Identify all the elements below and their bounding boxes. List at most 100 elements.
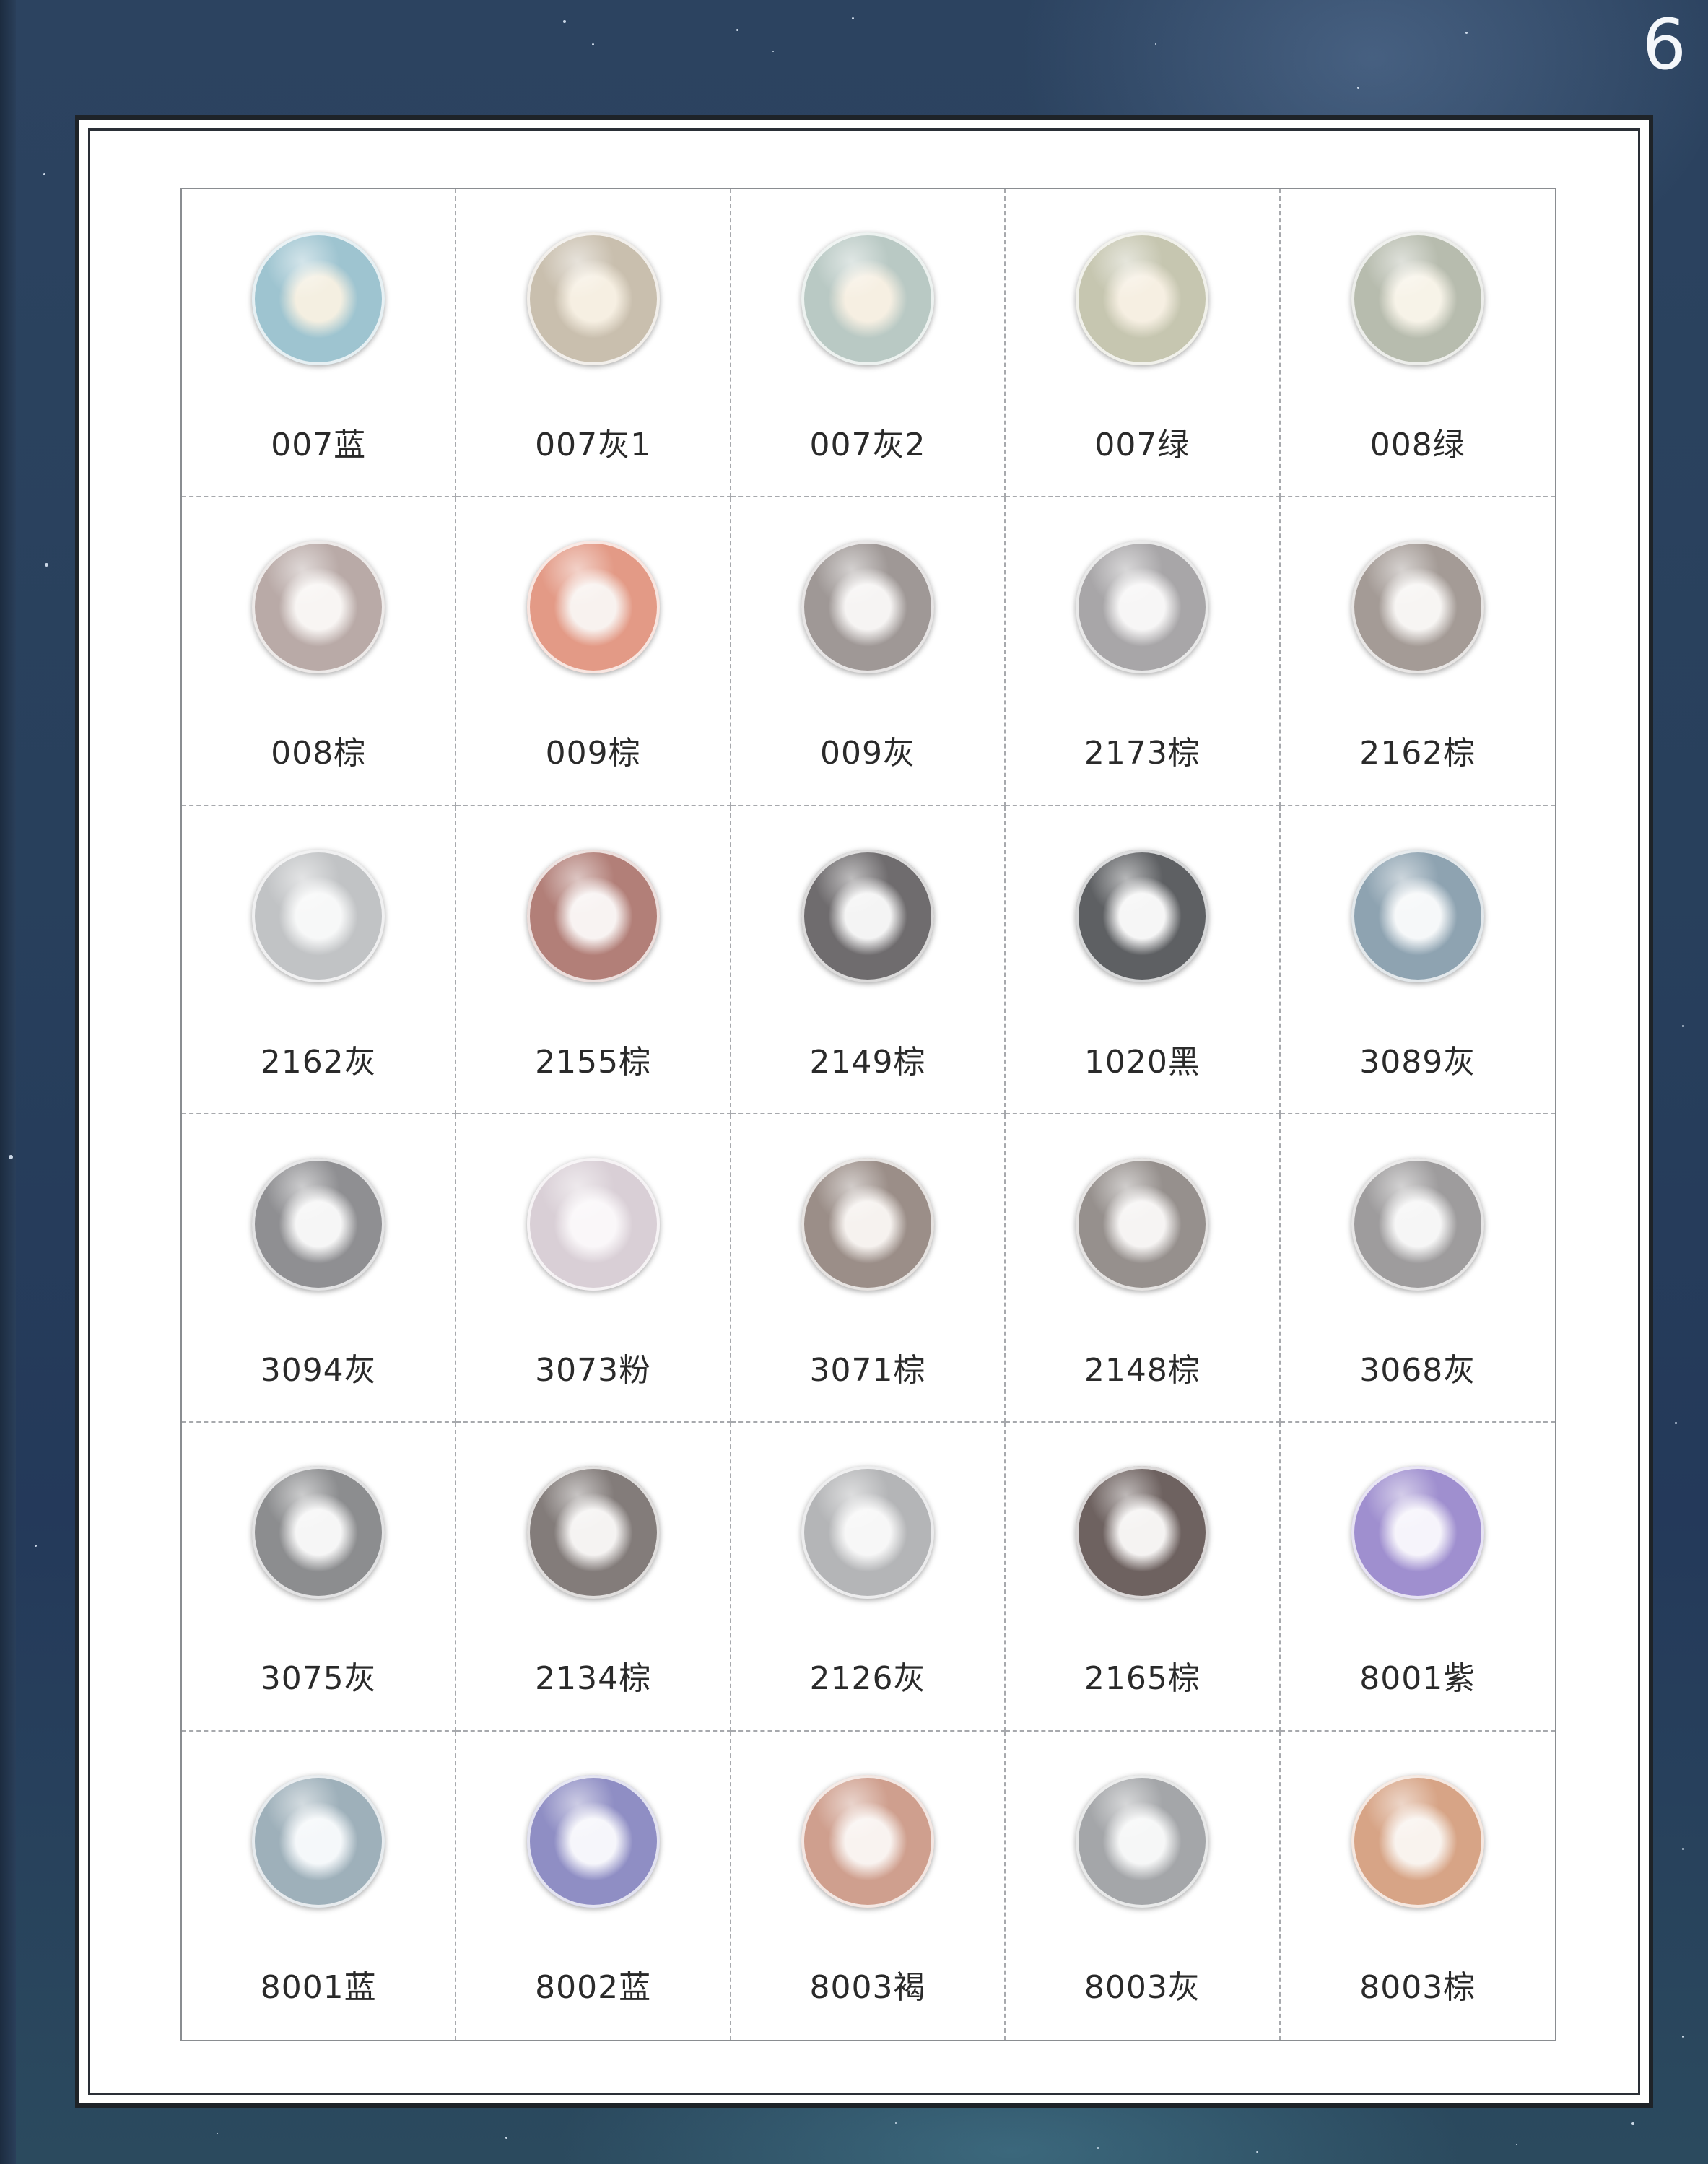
lens-card: 007蓝 [182, 189, 457, 498]
star-dot [1256, 2151, 1258, 2153]
star-dot [895, 2122, 897, 2124]
star-dot [1155, 43, 1156, 45]
lens-swatch [1351, 541, 1484, 674]
lens-label: 2165棕 [1084, 1660, 1201, 1698]
lens-label: 007灰2 [809, 427, 926, 463]
lens-swatch [1351, 849, 1484, 982]
lens-label: 2155棕 [535, 1043, 652, 1081]
lens-label: 007绿 [1094, 427, 1190, 463]
lens-label: 8003褐 [809, 1968, 926, 2006]
lens-swatch [252, 1466, 385, 1600]
lens-label: 007蓝 [271, 427, 367, 463]
lens-card: 2148棕 [1006, 1114, 1281, 1423]
star-dot [1516, 2144, 1517, 2145]
lens-card: 2173棕 [1006, 497, 1281, 806]
lens-swatch [1351, 1466, 1484, 1600]
lens-swatch [526, 1466, 660, 1600]
lens-swatch [801, 849, 934, 982]
lens-label: 8001紫 [1359, 1660, 1476, 1698]
page-number: 6 [1642, 4, 1686, 85]
lens-card: 2149棕 [731, 806, 1006, 1114]
lens-label: 2162灰 [260, 1043, 377, 1081]
lens-label: 008棕 [271, 735, 367, 772]
lens-swatch [801, 1466, 934, 1600]
lens-card: 3073粉 [456, 1114, 731, 1423]
star-dot [1675, 1422, 1677, 1424]
star-dot [736, 29, 738, 31]
lens-card: 007绿 [1006, 189, 1281, 498]
lens-swatch [801, 1158, 934, 1291]
lens-card: 008绿 [1280, 189, 1555, 498]
lens-label: 009棕 [545, 735, 641, 772]
star-dot [35, 1545, 37, 1547]
lens-label: 8001蓝 [260, 1968, 377, 2006]
lens-swatch [526, 1158, 660, 1291]
lens-label: 8002蓝 [535, 1968, 652, 2006]
lens-card: 009棕 [456, 497, 731, 806]
lens-card: 1020黑 [1006, 806, 1281, 1114]
lens-label: 2134棕 [535, 1660, 652, 1698]
lens-card: 2162棕 [1280, 497, 1555, 806]
star-dot [772, 51, 774, 52]
lens-card: 8003灰 [1006, 1731, 1281, 2040]
lens-card: 3068灰 [1280, 1114, 1555, 1423]
star-dot [1682, 2036, 1684, 2038]
star-dot [217, 2133, 218, 2134]
lens-card: 007灰2 [731, 189, 1006, 498]
lens-label: 3094灰 [260, 1352, 377, 1389]
lens-label: 008绿 [1369, 427, 1465, 463]
lens-swatch [1076, 1466, 1209, 1600]
lens-card: 007灰1 [456, 189, 731, 498]
star-dot [563, 20, 566, 23]
binding-edge [0, 0, 16, 2164]
lens-swatch [1351, 1158, 1484, 1291]
lens-swatch [801, 541, 934, 674]
lens-card: 8003褐 [731, 1731, 1006, 2040]
lens-swatch [526, 541, 660, 674]
star-dot [1682, 1848, 1684, 1850]
lens-label: 1020黑 [1084, 1043, 1201, 1081]
lens-swatch [801, 1774, 934, 1908]
lens-card: 3094灰 [182, 1114, 457, 1423]
lens-label: 007灰1 [535, 427, 652, 463]
lens-swatch [1351, 1774, 1484, 1908]
star-dot [1631, 2122, 1634, 2125]
lens-card: 8002蓝 [456, 1731, 731, 2040]
lens-card: 8001蓝 [182, 1731, 457, 2040]
lens-label: 8003棕 [1359, 1968, 1476, 2006]
lens-swatch [1076, 1158, 1209, 1291]
lens-card: 2165棕 [1006, 1423, 1281, 1732]
lens-card: 2126灰 [731, 1423, 1006, 1732]
star-dot [1682, 1025, 1684, 1027]
star-dot [1465, 32, 1468, 34]
lens-label: 3073粉 [535, 1352, 652, 1389]
lens-card: 8001紫 [1280, 1423, 1555, 1732]
lens-label: 2126灰 [809, 1660, 926, 1698]
star-dot [505, 2137, 507, 2139]
lens-label: 3071棕 [809, 1352, 926, 1389]
star-dot [43, 173, 45, 175]
star-dot [852, 17, 854, 19]
lens-card: 2155棕 [456, 806, 731, 1114]
lens-card: 2162灰 [182, 806, 457, 1114]
star-dot [9, 1155, 13, 1159]
star-dot [1097, 2147, 1099, 2149]
lens-card: 008棕 [182, 497, 457, 806]
star-dot [45, 563, 48, 567]
lens-swatch [1076, 849, 1209, 982]
lens-swatch [526, 849, 660, 982]
lens-swatch [1076, 232, 1209, 365]
lens-swatch [1076, 541, 1209, 674]
lens-label: 2149棕 [809, 1043, 926, 1081]
lens-label: 009灰 [820, 735, 915, 772]
lens-card: 8003棕 [1281, 1732, 1555, 2040]
lens-label: 2162棕 [1359, 735, 1476, 772]
lens-label: 2148棕 [1084, 1352, 1201, 1389]
lens-label: 3068灰 [1359, 1352, 1476, 1389]
lens-label: 3075灰 [260, 1660, 377, 1698]
lens-card: 2134棕 [456, 1423, 731, 1732]
lens-swatch [526, 232, 660, 365]
lens-swatch [252, 849, 385, 982]
lens-grid: 007蓝 007灰1 007灰2 007绿 008绿 008棕 009棕 009灰 2173棕 2… [180, 188, 1556, 2041]
lens-swatch [526, 1774, 660, 1908]
